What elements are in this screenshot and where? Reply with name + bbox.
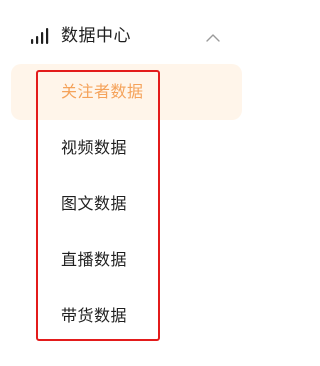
menu-item-sales-data[interactable]: 带货数据 (0, 288, 258, 344)
chevron-up-icon[interactable] (205, 29, 221, 42)
data-center-header[interactable]: 数据中心 (0, 14, 258, 58)
menu-item-video-data[interactable]: 视频数据 (0, 120, 258, 176)
menu-item-label: 直播数据 (61, 250, 128, 269)
menu-item-image-text-data[interactable]: 图文数据 (0, 176, 258, 232)
data-center-submenu: 关注者数据 视频数据 图文数据 直播数据 带货数据 (0, 64, 258, 344)
menu-item-label: 视频数据 (61, 138, 128, 157)
menu-item-live-data[interactable]: 直播数据 (0, 232, 258, 288)
menu-item-label: 带货数据 (61, 306, 128, 325)
sidebar-nav: 数据中心 关注者数据 视频数据 图文数据 直播数据 带货数据 (0, 0, 258, 366)
data-center-label: 数据中心 (61, 26, 131, 46)
bar-chart-icon (29, 26, 49, 46)
menu-item-follower-data[interactable]: 关注者数据 (0, 64, 258, 120)
menu-item-label: 图文数据 (61, 194, 128, 213)
menu-item-label: 关注者数据 (61, 82, 144, 101)
